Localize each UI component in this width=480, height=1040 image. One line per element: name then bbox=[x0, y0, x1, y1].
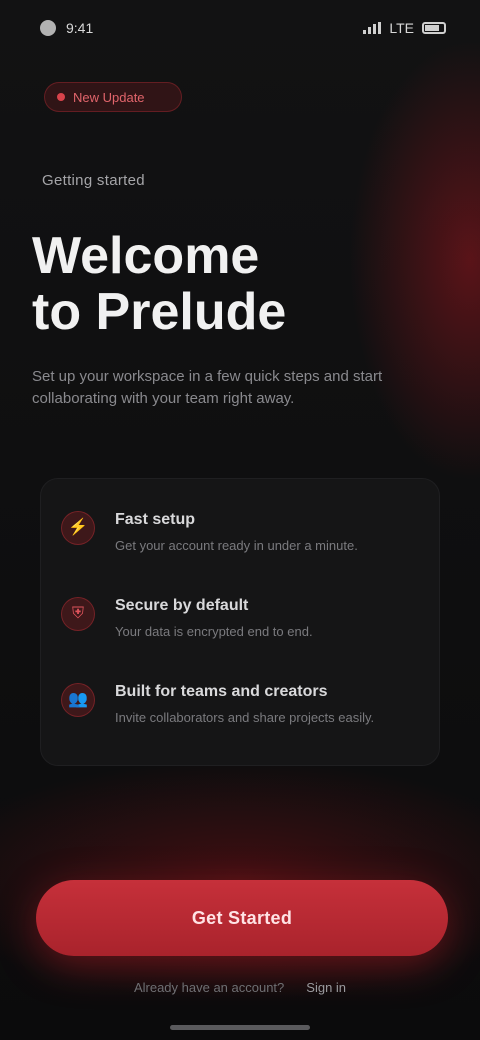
feature-description: Get your account ready in under a minute… bbox=[115, 538, 358, 553]
footer-signin: Already have an account? Sign in bbox=[0, 980, 480, 995]
feature-item: ⚡ Fast setup Get your account ready in u… bbox=[61, 497, 419, 583]
intro-text: Set up your workspace in a few quick ste… bbox=[32, 368, 383, 407]
feature-title: Fast setup bbox=[115, 511, 196, 528]
status-right: LTE bbox=[363, 20, 446, 36]
status-indicator-icon bbox=[40, 20, 56, 36]
chip-dot-icon bbox=[57, 93, 65, 101]
update-chip[interactable]: New Update bbox=[44, 82, 182, 112]
status-time: 9:41 bbox=[66, 20, 94, 36]
users-icon: 👥 bbox=[61, 683, 95, 717]
carrier-label: LTE bbox=[389, 20, 414, 36]
feature-item: 👥 Built for teams and creators Invite co… bbox=[61, 669, 419, 755]
feature-item: ⛨ Secure by default Your data is encrypt… bbox=[61, 583, 419, 669]
feature-description: Your data is encrypted end to end. bbox=[115, 624, 313, 639]
status-left: 9:41 bbox=[40, 20, 93, 36]
get-started-button[interactable]: Get Started bbox=[36, 880, 448, 956]
feature-title: Secure by default bbox=[115, 597, 249, 614]
footer-prompt: Already have an account? bbox=[133, 980, 285, 995]
shield-icon: ⛨ bbox=[61, 597, 95, 631]
feature-list: ⚡ Fast setup Get your account ready in u… bbox=[40, 478, 440, 766]
signal-icon bbox=[363, 22, 382, 34]
chip-label: New Update bbox=[73, 89, 145, 105]
home-indicator[interactable] bbox=[170, 1025, 310, 1030]
title-line-2: to Prelude bbox=[32, 283, 287, 341]
eyebrow-label: Getting started bbox=[42, 172, 145, 189]
feature-text: Secure by default Your data is encrypted… bbox=[115, 597, 419, 641]
sign-in-link[interactable]: Sign in bbox=[306, 980, 346, 995]
feature-text: Built for teams and creators Invite coll… bbox=[115, 683, 419, 727]
status-bar: 9:41 LTE bbox=[0, 0, 480, 56]
feature-description: Invite collaborators and share projects … bbox=[115, 710, 375, 725]
bolt-icon: ⚡ bbox=[61, 511, 95, 545]
feature-title: Built for teams and creators bbox=[115, 683, 328, 700]
battery-icon bbox=[422, 22, 446, 34]
page-title: Welcome to Prelude bbox=[32, 228, 352, 340]
feature-text: Fast setup Get your account ready in und… bbox=[115, 511, 419, 555]
title-line-1: Welcome bbox=[32, 227, 260, 285]
welcome-screen: 9:41 LTE New Update Getting started Welc… bbox=[0, 0, 480, 1040]
